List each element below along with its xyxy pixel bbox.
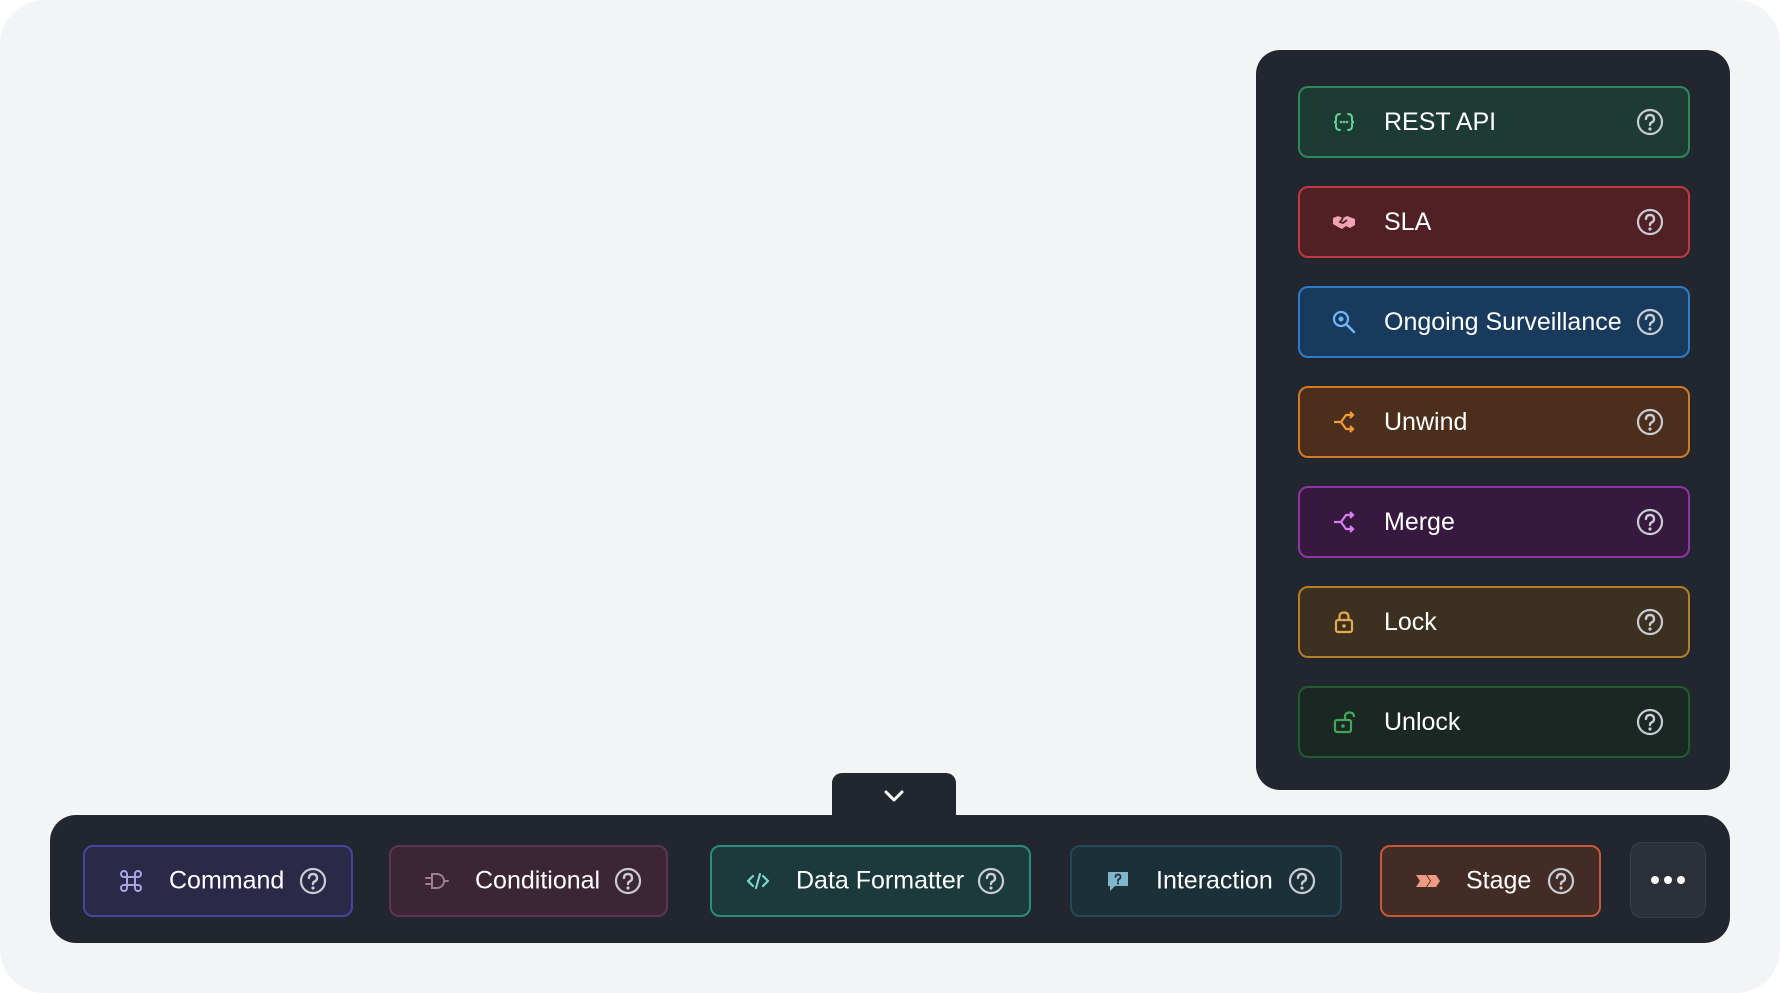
node-label: REST API: [1384, 107, 1497, 136]
node-label: Merge: [1384, 507, 1455, 536]
node-sla[interactable]: SLA: [1298, 186, 1690, 258]
help-icon[interactable]: [977, 867, 1005, 895]
node-label: Unwind: [1384, 407, 1468, 436]
node-dropdown-panel: REST API SLA Ongoing Surveillance Unwind: [1256, 50, 1730, 790]
node-lock[interactable]: Lock: [1298, 586, 1690, 658]
node-ongoing-surveillance[interactable]: Ongoing Surveillance: [1298, 286, 1690, 358]
help-icon[interactable]: [1636, 208, 1664, 236]
tool-label: Conditional: [475, 866, 601, 895]
merge-arrows-icon: [1330, 508, 1358, 536]
tool-data-formatter[interactable]: Data Formatter: [710, 845, 1031, 917]
node-unwind[interactable]: Unwind: [1298, 386, 1690, 458]
code-icon: [744, 867, 772, 895]
handshake-icon: [1330, 208, 1358, 236]
command-icon: [117, 867, 145, 895]
more-dots-icon: [1650, 875, 1686, 885]
more-button[interactable]: [1630, 842, 1706, 918]
tool-label: Command: [169, 866, 285, 895]
node-unlock[interactable]: Unlock: [1298, 686, 1690, 758]
tool-label: Interaction: [1156, 866, 1273, 895]
lock-icon: [1330, 608, 1358, 636]
braces-icon: [1330, 108, 1358, 136]
help-icon[interactable]: [1636, 108, 1664, 136]
tool-conditional[interactable]: Conditional: [389, 845, 668, 917]
help-icon[interactable]: [614, 867, 642, 895]
chevrons-right-icon: [1414, 867, 1442, 895]
help-icon[interactable]: [1636, 308, 1664, 336]
plug-icon: [423, 867, 451, 895]
tool-label: Data Formatter: [796, 866, 965, 895]
search-zoom-icon: [1330, 308, 1358, 336]
help-icon[interactable]: [1636, 708, 1664, 736]
tool-label: Stage: [1466, 866, 1532, 895]
split-arrows-icon: [1330, 408, 1358, 436]
node-label: Lock: [1384, 607, 1437, 636]
node-list: REST API SLA Ongoing Surveillance Unwind: [1298, 86, 1690, 786]
help-icon[interactable]: [1636, 608, 1664, 636]
help-icon[interactable]: [1636, 508, 1664, 536]
help-icon[interactable]: [1288, 867, 1316, 895]
bottom-toolbar: Command Conditional Data Formatter Inter…: [50, 815, 1730, 943]
node-label: SLA: [1384, 207, 1432, 236]
tool-command[interactable]: Command: [83, 845, 353, 917]
node-label: Unlock: [1384, 707, 1461, 736]
node-label: Ongoing Surveillance: [1384, 307, 1622, 336]
help-icon[interactable]: [1547, 867, 1575, 895]
chat-question-icon: [1104, 867, 1132, 895]
tool-stage[interactable]: Stage: [1380, 845, 1601, 917]
node-rest-api[interactable]: REST API: [1298, 86, 1690, 158]
collapse-toolbar-button[interactable]: [832, 773, 956, 819]
help-icon[interactable]: [1636, 408, 1664, 436]
tool-interaction[interactable]: Interaction: [1070, 845, 1342, 917]
chevron-down-icon: [882, 788, 906, 804]
canvas-area: REST API SLA Ongoing Surveillance Unwind: [0, 0, 1780, 993]
unlock-icon: [1330, 708, 1358, 736]
node-merge[interactable]: Merge: [1298, 486, 1690, 558]
help-icon[interactable]: [299, 867, 327, 895]
